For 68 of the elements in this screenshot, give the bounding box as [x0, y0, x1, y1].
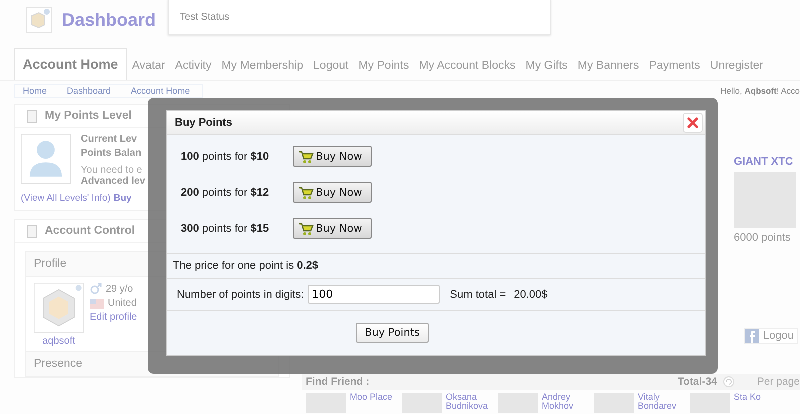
levels-link[interactable]: (View All Levels' Info)	[21, 193, 111, 204]
current-level-label: Current Lev	[81, 134, 138, 145]
points-input-field[interactable]: 100	[308, 285, 440, 304]
status-bubble[interactable]: Test Status	[168, 0, 552, 35]
panel-title: My Points Level	[45, 110, 132, 122]
nav-tab[interactable]: Payments	[644, 60, 706, 80]
document-icon	[27, 110, 37, 122]
friend-name-link[interactable]: Sta Ko	[734, 393, 782, 413]
friend-name-link[interactable]: Vitaly Bondarev	[638, 393, 686, 413]
profile-title: Profile	[34, 258, 67, 270]
age-text: 29 y/o	[106, 284, 134, 294]
dialog-title: Buy Points	[175, 116, 232, 128]
buy-now-button[interactable]: Buy Now	[293, 182, 372, 203]
buy-points-link[interactable]: Buy	[114, 193, 132, 204]
offer-text: 300 points for $15	[181, 222, 270, 234]
level-note: Advanced lev	[81, 176, 146, 187]
nav-tab[interactable]: My Membership	[216, 60, 309, 80]
breadcrumb-link[interactable]: Dashboard	[59, 84, 124, 96]
nav-tab[interactable]: My Gifts	[520, 60, 573, 80]
offer-text: 100 points for $10	[181, 150, 270, 162]
buy-points-button[interactable]: Buy Points	[356, 323, 429, 343]
per-page-label: Per page	[757, 376, 800, 388]
sum-total-label: Sum total =	[450, 288, 506, 300]
hexagon-cube-avatar-icon	[34, 283, 84, 333]
nav-tab[interactable]: Activity	[170, 60, 217, 80]
points-balance-label: Points Balan	[81, 148, 143, 159]
nav-tab[interactable]: Logout	[308, 60, 354, 80]
nav-tab[interactable]: Avatar	[127, 60, 170, 80]
product-name[interactable]: GIANT XTC	[734, 156, 794, 168]
find-friend-title: Find Friend :	[306, 376, 371, 388]
page-title: Dashboard	[62, 10, 156, 30]
edit-profile-link[interactable]: Edit profile	[90, 312, 138, 323]
friend-name-link[interactable]: Oksana Budnikova	[446, 393, 494, 413]
username-link[interactable]: aqbsoft	[42, 336, 76, 347]
breadcrumb-link[interactable]: Account Home	[123, 84, 202, 96]
friend-name-link[interactable]: Moo Place	[350, 393, 398, 413]
offer-text: 200 points for $12	[181, 186, 270, 198]
close-icon	[687, 116, 699, 128]
product-price: 6000 points	[734, 232, 791, 244]
level-note: You need to e	[81, 165, 144, 176]
buy-now-button[interactable]: Buy Now	[293, 146, 372, 167]
nav-tab[interactable]: My Points	[354, 60, 414, 80]
buy-now-button[interactable]: Buy Now	[293, 218, 372, 239]
document-icon	[27, 224, 37, 238]
nav-tab[interactable]: My Banners	[572, 60, 644, 80]
panel-title: Account Control	[45, 225, 136, 237]
facebook-icon	[745, 329, 760, 343]
presence-title: Presence	[34, 358, 83, 370]
cart-icon	[298, 186, 314, 200]
nav-tab[interactable]: Unregister	[705, 60, 768, 80]
male-symbol-icon	[90, 283, 102, 295]
cart-icon	[298, 150, 314, 164]
facebook-logout-button[interactable]: Logou	[744, 328, 798, 344]
nav-tab[interactable]: My Account Blocks	[414, 60, 521, 80]
total-count: Total-34	[678, 376, 718, 388]
close-button[interactable]	[683, 112, 703, 132]
sum-total-value: 20.00$	[514, 288, 548, 300]
greeting-text: Hello, Aqbsoft! Acco	[720, 86, 800, 96]
amount-label: Number of points in digits:	[177, 288, 304, 300]
breadcrumb-link[interactable]: Home	[15, 84, 60, 96]
country-text: United	[108, 298, 137, 309]
user-silhouette-icon	[21, 134, 71, 184]
cart-icon	[298, 222, 314, 236]
flag-icon	[90, 298, 104, 308]
nav-tab[interactable]: Account Home	[14, 48, 128, 80]
friend-name-link[interactable]: Andrey Mokhov	[542, 393, 590, 413]
price-note: The price for one point is 0.2$	[173, 260, 319, 272]
cube-logo-icon	[26, 7, 52, 33]
